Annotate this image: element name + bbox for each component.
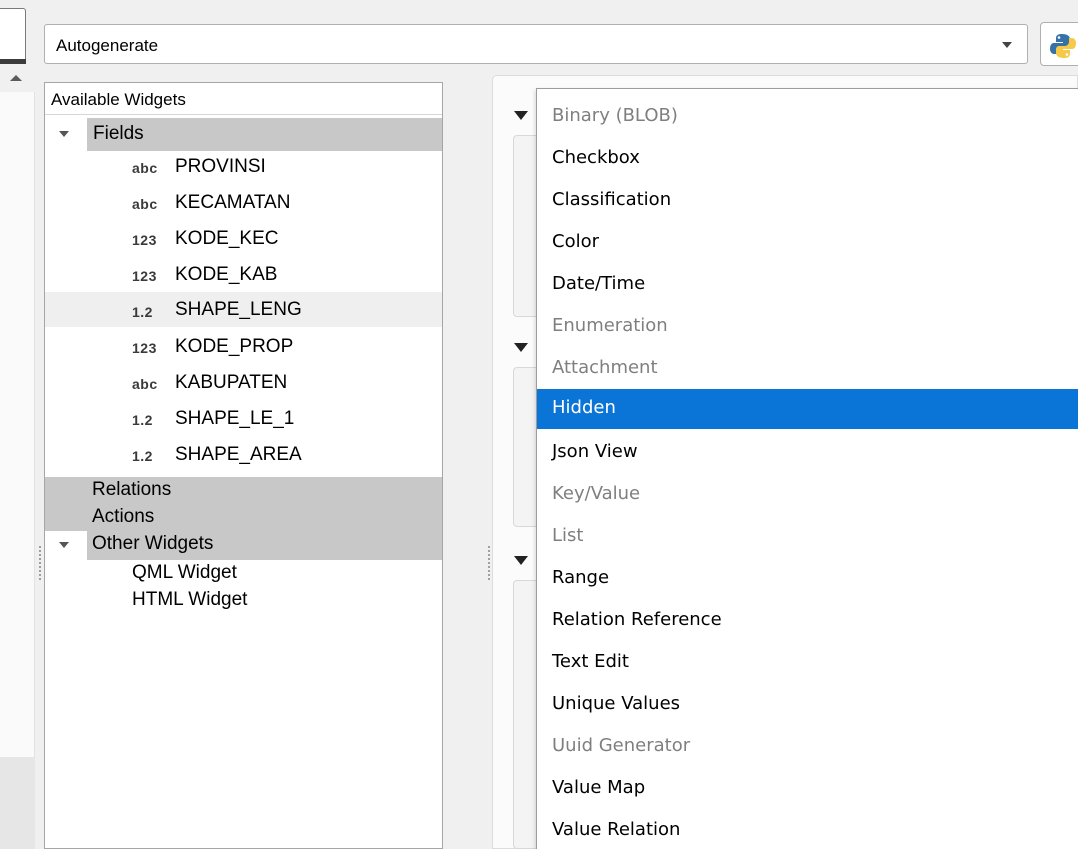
python-logo-icon	[1050, 34, 1076, 58]
decimal-field-type-icon: 1.2	[132, 412, 153, 428]
integer-field-type-icon: 123	[132, 340, 157, 356]
tree-group-other-widgets[interactable]: Other Widgets	[45, 531, 442, 560]
menu-item-list: List	[552, 525, 584, 546]
left-dock-input[interactable]	[0, 8, 26, 64]
left-scroll-bottom	[0, 757, 35, 849]
chevron-down-icon[interactable]	[1002, 42, 1012, 48]
widget-name: HTML Widget	[132, 589, 248, 610]
collapse-arrow-icon[interactable]	[514, 343, 528, 352]
tree-field-item[interactable]: 123 KODE_KAB	[45, 258, 442, 291]
text-field-type-icon: abc	[132, 196, 158, 212]
field-name: KECAMATAN	[175, 192, 291, 213]
menu-item-uuid-generator: Uuid Generator	[552, 735, 691, 756]
tree-field-item[interactable]: 1.2 SHAPE_AREA	[45, 438, 442, 471]
menu-item-classification[interactable]: Classification	[537, 181, 1078, 221]
menu-item-date-time[interactable]: Date/Time	[537, 265, 1078, 305]
field-name: KODE_KAB	[175, 264, 278, 285]
group-label-fields: Fields	[93, 123, 144, 144]
field-name: SHAPE_AREA	[175, 444, 302, 465]
menu-item-checkbox[interactable]: Checkbox	[537, 139, 1078, 179]
left-scroll-track[interactable]	[0, 92, 35, 757]
expand-arrow-icon[interactable]	[59, 131, 69, 137]
field-name: KODE_PROP	[175, 336, 294, 357]
field-name: KODE_KEC	[175, 228, 279, 249]
menu-item-unique-values[interactable]: Unique Values	[537, 685, 1078, 725]
splitter-handle-left[interactable]	[38, 545, 42, 581]
group-label-actions: Actions	[92, 506, 155, 527]
tree-group-fields[interactable]: Fields	[45, 118, 442, 151]
menu-item-enumeration: Enumeration	[552, 315, 668, 336]
group-label-relations: Relations	[92, 479, 172, 500]
menu-item-range[interactable]: Range	[537, 559, 1078, 599]
layout-mode-combobox[interactable]: Autogenerate	[44, 24, 1028, 64]
text-field-type-icon: abc	[132, 376, 158, 392]
integer-field-type-icon: 123	[132, 268, 157, 284]
menu-item-text-edit[interactable]: Text Edit	[537, 643, 1078, 683]
python-init-button[interactable]	[1040, 22, 1078, 66]
tree-group-actions[interactable]: Actions	[45, 504, 442, 531]
collapse-arrow-icon[interactable]	[514, 556, 528, 565]
collapse-arrow-icon[interactable]	[514, 111, 528, 120]
tree-group-relations[interactable]: Relations	[45, 477, 442, 504]
integer-field-type-icon: 123	[132, 232, 157, 248]
tree-field-item[interactable]: 1.2 SHAPE_LENG	[45, 292, 442, 327]
group-label-other-widgets: Other Widgets	[92, 533, 214, 554]
tree-widget-item[interactable]: HTML Widget	[45, 587, 442, 614]
available-widgets-tree[interactable]: Available Widgets Fields abc PROVINSI ab…	[44, 82, 443, 849]
decimal-field-type-icon: 1.2	[132, 304, 153, 320]
widget-type-menu[interactable]: Binary (BLOB) Checkbox Classification Co…	[536, 88, 1078, 849]
widget-name: QML Widget	[132, 562, 237, 583]
tree-field-item[interactable]: 123 KODE_PROP	[45, 330, 442, 363]
text-field-type-icon: abc	[132, 160, 158, 176]
tree-widget-item[interactable]: QML Widget	[45, 560, 442, 587]
menu-item-value-relation[interactable]: Value Relation	[537, 811, 1078, 849]
tree-field-item[interactable]: abc KABUPATEN	[45, 366, 442, 399]
tree-field-item[interactable]: 1.2 SHAPE_LE_1	[45, 402, 442, 435]
menu-item-hidden[interactable]: Hidden	[537, 389, 1078, 429]
tree-header: Available Widgets	[45, 83, 442, 115]
field-name: PROVINSI	[175, 156, 266, 177]
menu-item-attachment: Attachment	[552, 357, 658, 378]
decimal-field-type-icon: 1.2	[132, 448, 153, 464]
menu-item-key-value: Key/Value	[552, 483, 641, 504]
menu-item-binary-blob: Binary (BLOB)	[552, 105, 678, 126]
menu-item-value-map[interactable]: Value Map	[537, 769, 1078, 809]
menu-item-color[interactable]: Color	[537, 223, 1078, 263]
expand-arrow-icon[interactable]	[59, 542, 69, 548]
field-name: KABUPATEN	[175, 372, 288, 393]
tree-field-item[interactable]: 123 KODE_KEC	[45, 222, 442, 255]
field-name: SHAPE_LENG	[175, 299, 302, 320]
splitter-handle[interactable]	[487, 545, 491, 581]
scroll-up-arrow-icon[interactable]	[10, 75, 22, 81]
tree-field-item[interactable]: abc PROVINSI	[45, 150, 442, 183]
tree-field-item[interactable]: abc KECAMATAN	[45, 186, 442, 219]
tree-header-label: Available Widgets	[51, 90, 186, 109]
left-dock-divider	[0, 59, 26, 64]
menu-item-json-view[interactable]: Json View	[537, 433, 1078, 473]
menu-item-relation-reference[interactable]: Relation Reference	[537, 601, 1078, 641]
field-name: SHAPE_LE_1	[175, 408, 295, 429]
layout-mode-value: Autogenerate	[56, 36, 159, 55]
